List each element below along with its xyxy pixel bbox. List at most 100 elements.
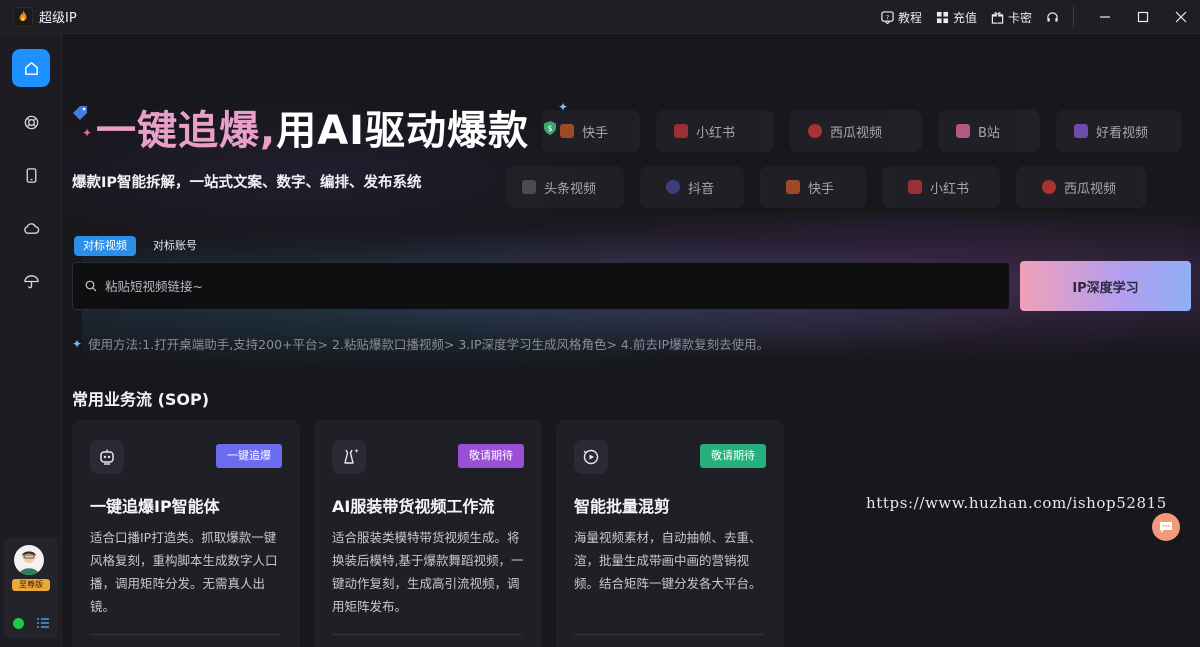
- platform-chip: 西瓜视频: [790, 110, 922, 152]
- video-clip-icon: [574, 440, 608, 474]
- sparkle-icon: ✦: [72, 336, 83, 351]
- home-icon: [24, 61, 38, 75]
- xiaohongshu-icon: [674, 124, 688, 138]
- sparkle-icon: ✦: [82, 126, 93, 140]
- sidebar-item-cloud[interactable]: [12, 209, 50, 247]
- maximize-icon: [1137, 11, 1149, 23]
- headset-icon: [1047, 11, 1058, 22]
- card-code-label: 卡密: [1007, 10, 1032, 25]
- close-icon: [1175, 11, 1187, 23]
- section-title: 常用业务流 (SOP): [72, 390, 210, 409]
- xigua-icon: [1042, 180, 1056, 194]
- title-bar: 超级IP ? 教程 充值 卡密: [0, 0, 1200, 34]
- xiaohongshu-icon: [908, 180, 922, 194]
- usage-hint: ✦ 使用方法:1.打开桌端助手,支持200+平台> 2.粘贴爆款口播视频> 3.…: [72, 334, 769, 353]
- toutiao-icon: [522, 180, 536, 194]
- platform-chip: B站: [938, 110, 1040, 152]
- titlebar-divider: [1073, 6, 1074, 28]
- platform-chip: 快手: [760, 166, 866, 208]
- recharge-label: 充值: [952, 10, 977, 25]
- close-button[interactable]: [1162, 0, 1200, 34]
- platform-chip: 好看视频: [1056, 110, 1182, 152]
- dress-icon: ✦: [332, 440, 366, 474]
- minimize-icon: [1100, 16, 1110, 18]
- tab-benchmark-video[interactable]: 对标视频: [74, 236, 136, 256]
- card-title: 一键追爆IP智能体: [90, 497, 220, 516]
- card-badge[interactable]: 敬请期待: [700, 444, 766, 468]
- hero-title-main: 用AI驱动爆款: [276, 108, 530, 154]
- svg-text:?: ?: [886, 13, 889, 21]
- sop-card[interactable]: ✦ 敬请期待 AI服装带货视频工作流 适合服装类模特带货视频生成。将换装后模特,…: [314, 420, 542, 647]
- tutorial-button[interactable]: ? 教程: [881, 9, 922, 26]
- card-description: 适合服装类模特带货视频生成。将换装后模特,基于爆款舞蹈视频，一键动作复刻，生成高…: [332, 530, 524, 614]
- hero-subtitle: 爆款IP智能拆解，一站式文案、数字、编排、发布系统: [72, 175, 422, 191]
- bilibili-icon: [956, 124, 970, 138]
- card-description: 适合口播IP打造类。抓取爆款一键风格复刻，重构脚本生成数字人口播，调用矩阵分发。…: [90, 530, 278, 614]
- robot-icon: [90, 440, 124, 474]
- search-icon: [85, 280, 97, 292]
- kuaishou-icon: [786, 180, 800, 194]
- svg-text:✦: ✦: [354, 448, 359, 455]
- card-divider: [332, 634, 522, 635]
- tutorial-label: 教程: [897, 10, 922, 25]
- watermark-text: https://www.huzhan.com/ishop52815: [866, 494, 1167, 512]
- card-code-button[interactable]: 卡密: [991, 9, 1032, 26]
- platform-row-1: 快手 小红书 西瓜视频 B站 好看视频: [542, 110, 1182, 152]
- haokan-icon: [1074, 124, 1088, 138]
- tab-benchmark-account[interactable]: 对标账号: [144, 236, 206, 256]
- user-panel: 至尊版: [4, 537, 58, 639]
- svg-text:$: $: [547, 124, 552, 133]
- umbrella-icon: [23, 274, 39, 288]
- avatar[interactable]: [14, 545, 44, 575]
- list-menu-icon[interactable]: [36, 616, 50, 630]
- app-logo-icon: [13, 6, 33, 27]
- platform-chip: 小红书: [656, 110, 774, 152]
- online-status-dot: [13, 618, 24, 629]
- app-title: 超级IP: [39, 11, 77, 26]
- card-divider: [574, 634, 764, 635]
- hero-title: 一键追爆,用AI驱动爆款: [96, 98, 529, 156]
- card-divider: [90, 634, 280, 635]
- recharge-button[interactable]: 充值: [936, 9, 977, 26]
- support-button[interactable]: [1046, 11, 1059, 24]
- shield-icon: $: [544, 121, 556, 135]
- search-tabs: 对标视频 对标账号: [74, 236, 206, 256]
- card-title: 智能批量混剪: [574, 497, 671, 516]
- card-badge[interactable]: 敬请期待: [458, 444, 524, 468]
- search-box: [72, 262, 1010, 310]
- sidebar-item-home[interactable]: [12, 49, 50, 87]
- sparkle-icon: ✦: [558, 100, 569, 114]
- lifebuoy-icon: [24, 115, 38, 129]
- xigua-icon: [808, 124, 822, 138]
- sidebar: 至尊版: [0, 34, 62, 647]
- platform-chip: 头条视频: [506, 166, 624, 208]
- gift-icon: [991, 11, 1004, 24]
- platform-chip: 西瓜视频: [1016, 166, 1146, 208]
- douyin-icon: [666, 180, 680, 194]
- sidebar-item-umbrella[interactable]: [12, 262, 50, 300]
- maximize-button[interactable]: [1124, 0, 1162, 34]
- usage-text: 使用方法:1.打开桌端助手,支持200+平台> 2.粘贴爆款口播视频> 3.IP…: [88, 337, 770, 352]
- chat-icon: [1160, 522, 1172, 533]
- tag-icon: [73, 106, 87, 120]
- card-title: AI服装带货视频工作流: [332, 497, 495, 516]
- cloud-icon: [23, 222, 39, 234]
- card-description: 海量视频素材，自动抽帧、去重、渲，批量生成带画中画的营销视频。结合矩阵一键分发各…: [574, 530, 762, 591]
- phone-icon: [26, 167, 36, 183]
- card-badge[interactable]: 一键追爆: [216, 444, 282, 468]
- platform-chip: 小红书: [882, 166, 1000, 208]
- chat-button[interactable]: [1152, 513, 1180, 541]
- vip-badge: 至尊版: [12, 579, 50, 591]
- grid-icon: [936, 11, 949, 23]
- video-link-input[interactable]: [97, 263, 1009, 309]
- main-content: 快手 小红书 西瓜视频 B站 好看视频 头条视频 抖音 快手 小红书 西瓜视频 …: [62, 34, 1200, 647]
- ip-deep-learning-button[interactable]: IP深度学习: [1020, 261, 1191, 311]
- sop-card[interactable]: 一键追爆 一键追爆IP智能体 适合口播IP打造类。抓取爆款一键风格复刻，重构脚本…: [72, 420, 300, 647]
- kuaishou-icon: [560, 124, 574, 138]
- sop-card[interactable]: 敬请期待 智能批量混剪 海量视频素材，自动抽帧、去重、渲，批量生成带画中画的营销…: [556, 420, 784, 647]
- help-icon: ?: [881, 10, 894, 24]
- platform-row-2: 头条视频 抖音 快手 小红书 西瓜视频: [506, 166, 1146, 208]
- minimize-button[interactable]: [1086, 0, 1124, 34]
- sidebar-item-phone[interactable]: [12, 156, 50, 194]
- sidebar-item-lifebuoy[interactable]: [12, 103, 50, 141]
